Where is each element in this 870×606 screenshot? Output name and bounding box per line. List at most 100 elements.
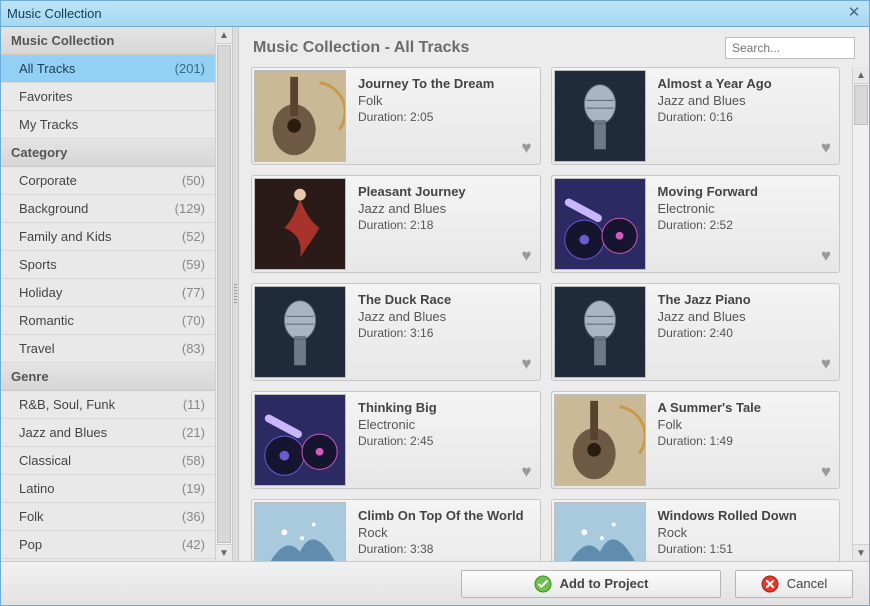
track-genre: Rock — [358, 525, 532, 540]
track-meta: Moving ForwardElectronicDuration: 2:52 — [648, 176, 840, 272]
track-thumbnail[interactable] — [254, 286, 346, 378]
track-thumbnail[interactable] — [554, 286, 646, 378]
track-thumbnail[interactable] — [554, 70, 646, 162]
track-grid: Journey To the DreamFolkDuration: 2:05♥A… — [239, 67, 852, 561]
track-genre: Jazz and Blues — [358, 309, 532, 324]
main: Music Collection - All Tracks Journey To… — [239, 27, 869, 561]
track-thumbnail[interactable] — [254, 178, 346, 270]
favorite-icon[interactable]: ♥ — [521, 246, 531, 266]
main-scrollbar[interactable]: ▲ ▼ — [852, 67, 869, 561]
track-card[interactable]: A Summer's TaleFolkDuration: 1:49♥ — [551, 391, 841, 489]
cancel-label: Cancel — [787, 576, 827, 591]
close-icon[interactable]: ✕ — [845, 5, 863, 23]
sidebar-item[interactable]: Travel(83) — [1, 335, 215, 363]
add-to-project-button[interactable]: Add to Project — [461, 570, 721, 598]
sidebar-item-count: (21) — [182, 425, 205, 440]
favorite-icon[interactable]: ♥ — [521, 354, 531, 374]
sidebar-item[interactable]: Sports(59) — [1, 251, 215, 279]
sidebar-item[interactable]: Romantic(70) — [1, 307, 215, 335]
search-input[interactable] — [725, 37, 855, 59]
track-title: Moving Forward — [658, 184, 832, 199]
sidebar-item[interactable]: Family and Kids(52) — [1, 223, 215, 251]
track-card[interactable]: Pleasant JourneyJazz and BluesDuration: … — [251, 175, 541, 273]
scroll-up-icon[interactable]: ▲ — [216, 27, 232, 44]
favorite-icon[interactable]: ♥ — [521, 138, 531, 158]
favorite-icon[interactable]: ♥ — [821, 354, 831, 374]
favorite-icon[interactable]: ♥ — [821, 138, 831, 158]
track-title: The Duck Race — [358, 292, 532, 307]
track-meta: Thinking BigElectronicDuration: 2:45 — [348, 392, 540, 488]
cancel-circle-icon — [761, 575, 779, 593]
scroll-thumb[interactable] — [854, 85, 868, 125]
sidebar-item[interactable]: Corporate(50) — [1, 167, 215, 195]
track-card[interactable]: The Jazz PianoJazz and BluesDuration: 2:… — [551, 283, 841, 381]
sidebar-item[interactable]: Favorites — [1, 83, 215, 111]
sidebar: Music CollectionAll Tracks(201)Favorites… — [1, 27, 233, 561]
track-card[interactable]: Almost a Year AgoJazz and BluesDuration:… — [551, 67, 841, 165]
sidebar-item[interactable]: Jazz and Blues(21) — [1, 419, 215, 447]
track-card[interactable]: Journey To the DreamFolkDuration: 2:05♥ — [251, 67, 541, 165]
sidebar-item[interactable]: My Tracks — [1, 111, 215, 139]
sidebar-item[interactable]: Classical(58) — [1, 447, 215, 475]
favorite-icon[interactable]: ♥ — [821, 246, 831, 266]
titlebar[interactable]: Music Collection ✕ — [1, 1, 869, 27]
sidebar-item-label: Romantic — [19, 313, 182, 328]
track-meta: The Duck RaceJazz and BluesDuration: 3:1… — [348, 284, 540, 380]
sidebar-item[interactable]: Background(129) — [1, 195, 215, 223]
sidebar-item[interactable]: All Tracks(201) — [1, 55, 215, 83]
track-meta: Journey To the DreamFolkDuration: 2:05 — [348, 68, 540, 164]
sidebar-item[interactable]: Latino(19) — [1, 475, 215, 503]
sidebar-item-count: (83) — [182, 341, 205, 356]
scroll-thumb[interactable] — [217, 45, 231, 543]
sidebar-item[interactable]: Holiday(77) — [1, 279, 215, 307]
sidebar-item-count: (42) — [182, 537, 205, 552]
track-card[interactable]: Climb On Top Of the WorldRockDuration: 3… — [251, 499, 541, 561]
track-title: A Summer's Tale — [658, 400, 832, 415]
scroll-down-icon[interactable]: ▼ — [853, 544, 869, 561]
track-title: The Jazz Piano — [658, 292, 832, 307]
sidebar-item[interactable]: Pop(42) — [1, 531, 215, 559]
track-title: Almost a Year Ago — [658, 76, 832, 91]
check-circle-icon — [534, 575, 552, 593]
cancel-button[interactable]: Cancel — [735, 570, 853, 598]
sidebar-item-label: All Tracks — [19, 61, 175, 76]
scroll-up-icon[interactable]: ▲ — [853, 67, 869, 84]
track-thumbnail[interactable] — [554, 502, 646, 561]
sidebar-section-header: Genre — [1, 363, 215, 391]
track-duration: Duration: 0:16 — [658, 110, 832, 124]
track-thumbnail[interactable] — [554, 394, 646, 486]
track-duration: Duration: 2:05 — [358, 110, 532, 124]
sidebar-item-label: Sports — [19, 257, 182, 272]
sidebar-item-count: (70) — [182, 313, 205, 328]
sidebar-scrollbar[interactable]: ▲ ▼ — [215, 27, 232, 561]
track-title: Windows Rolled Down — [658, 508, 832, 523]
sidebar-item-label: Latino — [19, 481, 182, 496]
scroll-track[interactable] — [853, 126, 869, 544]
sidebar-item-label: Holiday — [19, 285, 182, 300]
track-thumbnail[interactable] — [254, 502, 346, 561]
track-thumbnail[interactable] — [254, 394, 346, 486]
scroll-down-icon[interactable]: ▼ — [216, 544, 232, 561]
track-thumbnail[interactable] — [554, 178, 646, 270]
track-card[interactable]: Windows Rolled DownRockDuration: 1:51♥ — [551, 499, 841, 561]
sidebar-item-count: (11) — [183, 397, 205, 412]
track-genre: Rock — [658, 525, 832, 540]
favorite-icon[interactable]: ♥ — [821, 462, 831, 482]
sidebar-item[interactable]: Reggae(10) — [1, 559, 215, 561]
track-title: Journey To the Dream — [358, 76, 532, 91]
sidebar-item-count: (19) — [182, 481, 205, 496]
sidebar-item-count: (58) — [182, 453, 205, 468]
sidebar-item-count: (52) — [182, 229, 205, 244]
sidebar-item[interactable]: R&B, Soul, Funk(11) — [1, 391, 215, 419]
track-card[interactable]: Moving ForwardElectronicDuration: 2:52♥ — [551, 175, 841, 273]
track-genre: Jazz and Blues — [658, 309, 832, 324]
sidebar-item[interactable]: Folk(36) — [1, 503, 215, 531]
track-card[interactable]: Thinking BigElectronicDuration: 2:45♥ — [251, 391, 541, 489]
track-duration: Duration: 1:51 — [658, 542, 832, 556]
sidebar-item-count: (50) — [182, 173, 205, 188]
sidebar-item-label: Background — [19, 201, 175, 216]
track-thumbnail[interactable] — [254, 70, 346, 162]
favorite-icon[interactable]: ♥ — [521, 462, 531, 482]
track-duration: Duration: 3:38 — [358, 542, 532, 556]
track-card[interactable]: The Duck RaceJazz and BluesDuration: 3:1… — [251, 283, 541, 381]
